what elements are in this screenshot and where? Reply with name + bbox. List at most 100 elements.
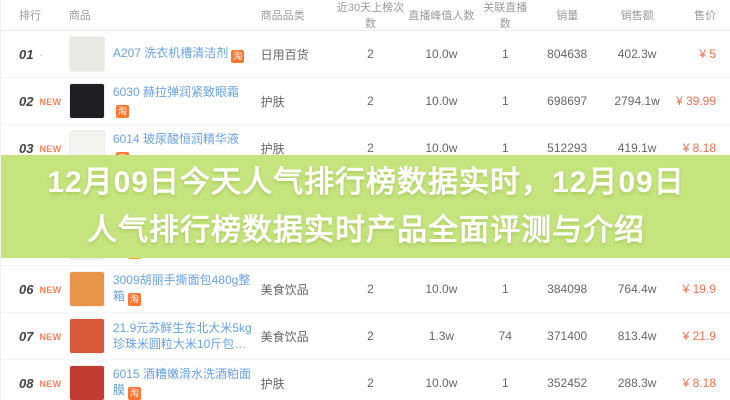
- peak-viewers-cell: 10.0w: [404, 376, 478, 390]
- sales-volume-cell: 804638: [532, 47, 602, 61]
- table-row: 02 NEW 6030 赫拉弹润紧致眼霜淘 护肤 2 10.0w 1 698697…: [1, 78, 730, 125]
- promo-banner-line1: 12月09日今天人气排行榜数据实时，12月09日: [47, 159, 684, 207]
- product-name: 6030 赫拉弹润紧致眼霜: [113, 85, 239, 99]
- times-on-list-cell: 2: [337, 376, 405, 390]
- product-name: A207 洗衣机槽清洁剂: [113, 46, 228, 60]
- times-on-list-cell: 2: [337, 282, 405, 296]
- platform-badge-icon: 淘: [128, 387, 141, 400]
- peak-viewers-cell: 10.0w: [404, 47, 478, 61]
- table-row: 08NEW 6015 酒糟嫩滑水洗酒粕面膜淘 护肤 2 10.0w 1 3524…: [1, 360, 730, 400]
- product-cell: 3009胡丽手撕面包480g整箱淘: [69, 271, 261, 307]
- rank-cell: 08NEW: [1, 376, 69, 391]
- product-image[interactable]: [69, 365, 105, 400]
- rank-trend-indicator: NEW: [39, 285, 61, 295]
- col-header-category: 商品品类: [261, 7, 337, 23]
- table-header: 排行 商品 商品品类 近30天上榜次数 直播峰值人数 关联直播数 销量 销售额 …: [1, 0, 730, 31]
- rank-number: 02: [19, 94, 33, 109]
- related-lives-cell: 1: [478, 282, 532, 296]
- category-cell: 美食饮品: [261, 328, 337, 345]
- rank-trend-indicator: NEW: [39, 144, 61, 154]
- times-on-list-cell: 2: [337, 141, 405, 155]
- rank-number: 07: [19, 329, 33, 344]
- related-lives-cell: 1: [478, 376, 532, 390]
- product-link[interactable]: 21.9元苏鲜生东北大米5kg珍珠米圆粒大米10斤包邮真空大米淘: [113, 320, 255, 352]
- col-header-times: 近30天上榜次数: [337, 0, 405, 31]
- times-on-list-cell: 2: [337, 94, 405, 108]
- product-image[interactable]: [69, 271, 105, 307]
- peak-viewers-cell: 1.3w: [404, 329, 478, 343]
- rank-number: 06: [19, 282, 33, 297]
- category-cell: 护肤: [261, 140, 337, 157]
- table-row: 01- A207 洗衣机槽清洁剂淘 日用百货 2 10.0w 1 804638 …: [1, 31, 730, 78]
- sales-volume-cell: 352452: [532, 376, 602, 390]
- product-link[interactable]: 6015 酒糟嫩滑水洗酒粕面膜淘: [113, 366, 255, 400]
- price-cell: ¥ 8.18: [672, 376, 730, 390]
- table-row: 07 NEW 21.9元苏鲜生东北大米5kg珍珠米圆粒大米10斤包邮真空大米淘 美…: [1, 313, 730, 360]
- promo-banner-line2: 人气排行榜数据实时产品全面评测与介绍: [87, 207, 645, 255]
- peak-viewers-cell: 10.0w: [404, 141, 478, 155]
- rank-number: 08: [19, 376, 33, 391]
- rank-trend-indicator: -: [39, 50, 42, 60]
- times-on-list-cell: 2: [337, 329, 405, 343]
- rank-cell: 07 NEW: [1, 329, 69, 344]
- price-cell: ¥ 39.99: [672, 94, 730, 108]
- related-lives-cell: 1: [478, 47, 532, 61]
- product-image[interactable]: [69, 83, 105, 119]
- sales-volume-cell: 371400: [532, 329, 602, 343]
- col-header-lives: 关联直播数: [478, 0, 532, 31]
- product-cell: 6015 酒糟嫩滑水洗酒粕面膜淘: [69, 365, 261, 400]
- category-cell: 护肤: [261, 93, 337, 110]
- peak-viewers-cell: 10.0w: [404, 94, 478, 108]
- related-lives-cell: 74: [478, 329, 532, 343]
- sales-amount-cell: 288.3w: [602, 376, 672, 390]
- rank-cell: 02 NEW: [1, 94, 69, 109]
- product-name: 6014 玻尿酸恒润精华液: [113, 132, 239, 146]
- sales-volume-cell: 512293: [532, 141, 602, 155]
- col-header-amount: 销售额: [602, 7, 672, 23]
- sales-amount-cell: 419.1w: [602, 141, 672, 155]
- sales-volume-cell: 384098: [532, 282, 602, 296]
- product-link[interactable]: A207 洗衣机槽清洁剂淘: [113, 45, 244, 63]
- price-cell: ¥ 19.9: [672, 282, 730, 296]
- product-cell: A207 洗衣机槽清洁剂淘: [69, 36, 261, 72]
- product-cell: 21.9元苏鲜生东北大米5kg珍珠米圆粒大米10斤包邮真空大米淘: [69, 318, 261, 354]
- category-cell: 护肤: [261, 375, 337, 392]
- col-header-price: 售价: [672, 7, 730, 23]
- platform-badge-icon: 淘: [116, 105, 129, 118]
- rank-trend-indicator: NEW: [39, 97, 61, 107]
- price-cell: ¥ 21.9: [672, 329, 730, 343]
- product-link[interactable]: 3009胡丽手撕面包480g整箱淘: [113, 272, 255, 306]
- col-header-rank: 排行: [1, 7, 69, 23]
- rank-cell: 01-: [1, 47, 69, 62]
- sales-amount-cell: 813.4w: [602, 329, 672, 343]
- peak-viewers-cell: 10.0w: [404, 282, 478, 296]
- platform-badge-icon: 淘: [128, 293, 141, 306]
- col-header-sales: 销量: [532, 7, 602, 23]
- col-header-peak: 直播峰值人数: [404, 7, 478, 23]
- related-lives-cell: 1: [478, 141, 532, 155]
- category-cell: 日用百货: [261, 46, 337, 63]
- product-cell: 6030 赫拉弹润紧致眼霜淘: [69, 83, 261, 119]
- sales-amount-cell: 402.3w: [602, 47, 672, 61]
- sales-amount-cell: 2794.1w: [602, 94, 672, 108]
- product-image[interactable]: [69, 318, 105, 354]
- table-row: 06 NEW 3009胡丽手撕面包480g整箱淘 美食饮品 2 10.0w 1 3…: [1, 266, 730, 313]
- promo-banner-overlay: 12月09日今天人气排行榜数据实时，12月09日 人气排行榜数据实时产品全面评测…: [1, 155, 730, 258]
- platform-badge-icon: 淘: [231, 50, 244, 63]
- rank-number: 03: [19, 141, 33, 156]
- related-lives-cell: 1: [478, 94, 532, 108]
- sales-amount-cell: 764.4w: [602, 282, 672, 296]
- product-link[interactable]: 6030 赫拉弹润紧致眼霜淘: [113, 84, 255, 118]
- rank-number: 01: [19, 47, 33, 62]
- rank-trend-indicator: NEW: [39, 332, 61, 342]
- product-name: 21.9元苏鲜生东北大米5kg珍珠米圆粒大米10斤包邮真空大米: [113, 321, 252, 352]
- col-header-product: 商品: [69, 7, 261, 23]
- times-on-list-cell: 2: [337, 47, 405, 61]
- product-image[interactable]: [69, 36, 105, 72]
- rank-cell: 06 NEW: [1, 282, 69, 297]
- price-cell: ¥ 8.18: [672, 141, 730, 155]
- ranking-page: 排行 商品 商品品类 近30天上榜次数 直播峰值人数 关联直播数 销量 销售额 …: [0, 0, 730, 400]
- rank-cell: 03 NEW: [1, 141, 69, 156]
- sales-volume-cell: 698697: [532, 94, 602, 108]
- category-cell: 美食饮品: [261, 281, 337, 298]
